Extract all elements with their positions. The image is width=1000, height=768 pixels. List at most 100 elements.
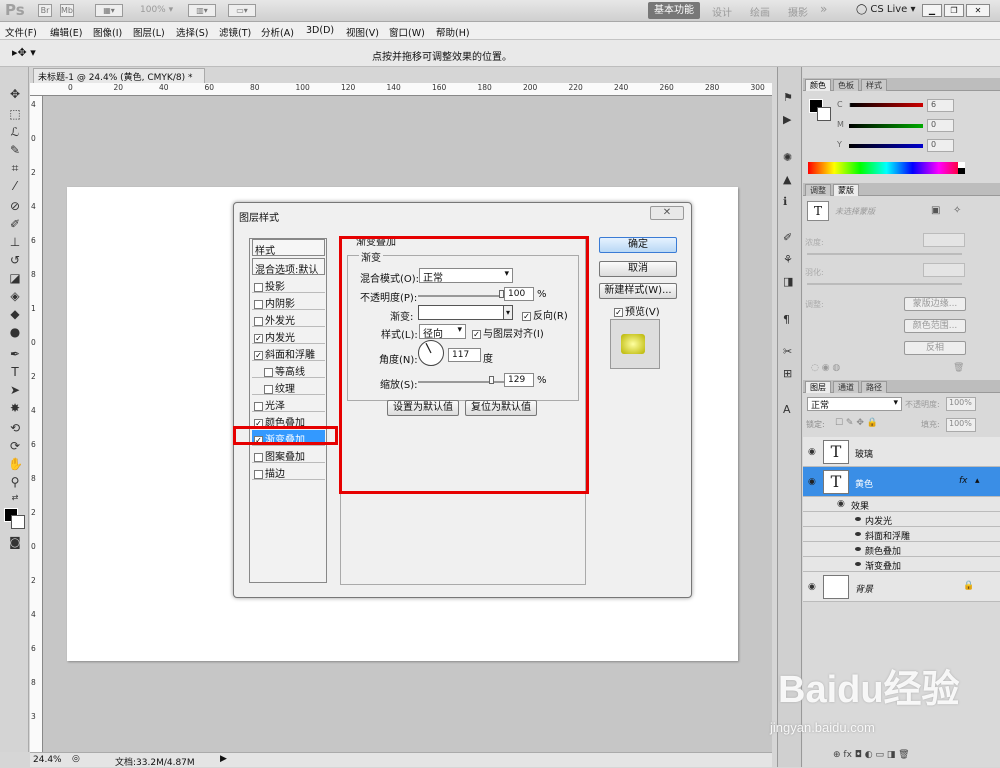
effect-row[interactable]: 渐变叠加 — [803, 557, 1000, 572]
tools-presets-icon[interactable]: ✂ — [783, 345, 792, 358]
feather-value[interactable] — [923, 263, 965, 277]
zoom-level[interactable]: 100% ▾ — [140, 5, 173, 15]
checkbox[interactable] — [264, 384, 273, 394]
status-nav-icon[interactable]: ◎ — [72, 754, 80, 764]
fx-icon[interactable]: fx — [959, 476, 968, 486]
hand-tool-icon[interactable]: ✋ — [8, 457, 23, 471]
eye-icon[interactable]: ◉ — [808, 447, 816, 457]
tab-color[interactable]: 颜色 — [805, 79, 831, 91]
eye-icon[interactable]: ◉ — [837, 499, 845, 509]
3d-orbit-tool-icon[interactable]: ⟳ — [8, 439, 22, 453]
checkbox-checked[interactable]: ✓ — [254, 333, 263, 343]
eyedropper-tool-icon[interactable]: ⁄ — [8, 179, 22, 193]
pixel-mask-icon[interactable]: ▣ — [931, 205, 940, 216]
menu-window[interactable]: 窗口(W) — [389, 25, 425, 39]
paint-bucket-tool-icon[interactable]: ◈ — [8, 289, 22, 303]
quick-select-tool-icon[interactable]: ✎ — [8, 143, 22, 157]
status-zoom[interactable]: 24.4% — [33, 755, 62, 765]
style-item[interactable]: ✓ 斜面和浮雕 — [252, 345, 325, 361]
blur-tool-icon[interactable]: ◆ — [8, 307, 22, 321]
menu-file[interactable]: 文件(F) — [5, 25, 37, 39]
mask-edge-button[interactable]: 蒙版边缘... — [904, 297, 966, 311]
eye-icon[interactable]: ◉ — [808, 477, 816, 487]
shape-tool-icon[interactable]: ✸ — [8, 401, 22, 415]
3d-rotate-tool-icon[interactable]: ⟲ — [8, 421, 22, 435]
magenta-slider[interactable] — [849, 124, 923, 128]
more-workspaces-icon[interactable]: » — [820, 2, 827, 16]
bridge-icon[interactable]: Br — [38, 4, 52, 17]
effect-row[interactable]: 颜色叠加 — [803, 542, 1000, 557]
close-button[interactable]: ✕ — [966, 4, 990, 17]
style-item[interactable]: 图案叠加 — [252, 447, 325, 463]
blending-options[interactable]: 混合选项:默认 — [252, 258, 325, 276]
clone-stamp-tool-icon[interactable]: ⊥ — [8, 235, 22, 249]
dialog-close-button[interactable]: ✕ — [650, 206, 684, 220]
healing-brush-tool-icon[interactable]: ⊘ — [8, 199, 22, 213]
menu-view[interactable]: 视图(V) — [346, 25, 379, 39]
menu-help[interactable]: 帮助(H) — [436, 25, 470, 39]
layer-opacity-value[interactable]: 100% — [946, 397, 976, 411]
style-item[interactable]: 外发光 — [252, 311, 325, 327]
paragraph-icon[interactable]: ¶ — [783, 313, 790, 326]
swap-colors-icon[interactable]: ⇄ — [8, 493, 22, 502]
dodge-tool-icon[interactable]: ● — [8, 325, 22, 339]
menu-image[interactable]: 图像(I) — [93, 25, 122, 39]
checkbox[interactable] — [254, 299, 263, 309]
lasso-tool-icon[interactable]: ℒ — [8, 125, 22, 139]
lock-icons[interactable]: ☐ ✎ ✥ 🔒 — [835, 418, 878, 428]
checkbox[interactable] — [254, 282, 263, 292]
color-spectrum[interactable] — [808, 162, 965, 174]
layer-blend-mode[interactable]: 正常 ▾ — [807, 397, 902, 411]
histogram-icon[interactable]: ▲ — [783, 173, 791, 186]
checkbox-checked[interactable]: ✓ — [254, 350, 263, 360]
eye-icon[interactable]: ◉ — [808, 582, 816, 592]
tab-channels[interactable]: 通道 — [833, 381, 859, 393]
effect-row[interactable]: 内发光 — [803, 512, 1000, 527]
mask-delete-icon[interactable]: 🗑 — [953, 363, 964, 373]
tab-swatches[interactable]: 色板 — [833, 79, 859, 91]
density-value[interactable] — [923, 233, 965, 247]
background-color[interactable] — [11, 515, 25, 529]
menu-layer[interactable]: 图层(L) — [133, 25, 165, 39]
character-icon[interactable]: A — [783, 403, 791, 416]
checkbox[interactable] — [264, 367, 273, 377]
tab-adjustments[interactable]: 调整 — [805, 184, 831, 196]
checkbox[interactable] — [254, 469, 263, 479]
workspace-design[interactable]: 设计 — [712, 4, 732, 19]
tab-masks[interactable]: 蒙版 — [833, 184, 859, 196]
quick-mask-icon[interactable]: ◙ — [8, 535, 22, 549]
tab-paths[interactable]: 路径 — [861, 381, 887, 393]
type-tool-icon[interactable]: T — [8, 365, 22, 379]
magenta-value[interactable]: 0 — [927, 119, 954, 132]
style-item[interactable]: 投影 — [252, 277, 325, 293]
vector-mask-icon[interactable]: ✧ — [953, 205, 961, 216]
menu-3d[interactable]: 3D(D) — [306, 25, 334, 36]
spectrum-bw[interactable] — [958, 162, 965, 174]
yellow-slider[interactable] — [849, 144, 923, 148]
styles-header[interactable]: 样式 — [252, 239, 325, 257]
ok-button[interactable]: 确定 — [599, 237, 677, 253]
style-item[interactable]: 等高线 — [252, 362, 325, 378]
checkbox[interactable] — [254, 316, 263, 326]
invert-button[interactable]: 反相 — [904, 341, 966, 355]
marquee-tool-icon[interactable]: ⬚ — [8, 107, 22, 121]
view-extras-icon[interactable]: ▦▾ — [95, 4, 123, 17]
path-select-tool-icon[interactable]: ➤ — [8, 383, 22, 397]
brush-tool-icon[interactable]: ✐ — [8, 217, 22, 231]
document-tab[interactable]: 未标题-1 @ 24.4% (黄色, CMYK/8) * ✕ — [33, 68, 205, 93]
effect-row[interactable]: 斜面和浮雕 — [803, 527, 1000, 542]
density-slider[interactable] — [807, 253, 962, 255]
color-bg-swatch[interactable] — [817, 107, 831, 121]
yellow-value[interactable]: 0 — [927, 139, 954, 152]
minimize-button[interactable]: ▁ — [922, 4, 942, 17]
eraser-tool-icon[interactable]: ◪ — [8, 271, 22, 285]
checkbox[interactable] — [254, 452, 263, 462]
tab-layers[interactable]: 图层 — [805, 381, 831, 393]
fill-value[interactable]: 100% — [946, 418, 976, 432]
history-icon[interactable]: ⚑ — [783, 91, 793, 104]
move-tool-icon[interactable]: ✥ — [8, 87, 22, 101]
checkbox[interactable] — [254, 401, 263, 411]
style-item[interactable]: 内阴影 — [252, 294, 325, 310]
actions-icon[interactable]: ▶ — [783, 113, 791, 126]
info-icon[interactable]: ℹ — [783, 195, 787, 208]
